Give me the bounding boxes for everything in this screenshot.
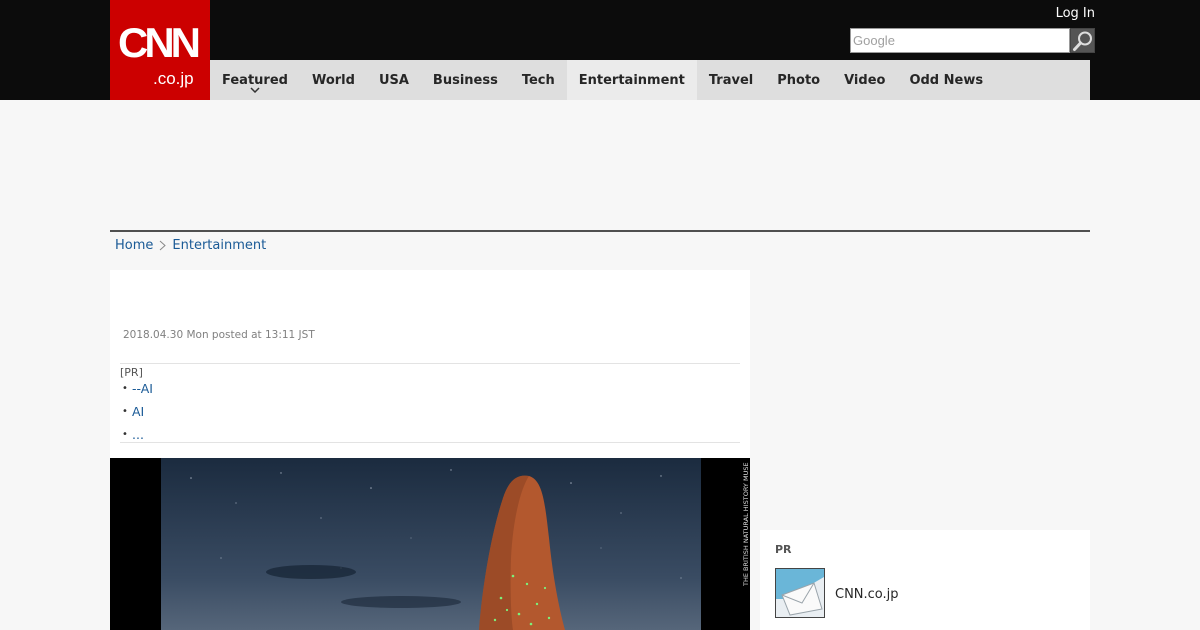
- nav-item-label: Travel: [708, 72, 754, 88]
- nav-item-tech[interactable]: Tech: [510, 60, 567, 100]
- search-input[interactable]: [850, 28, 1070, 53]
- search-button[interactable]: [1070, 28, 1095, 53]
- chevron-right-icon: [159, 240, 167, 251]
- chevron-down-icon: [250, 87, 260, 93]
- nav-item-world[interactable]: World: [300, 60, 367, 100]
- cnn-logo[interactable]: CNN .co.jp: [110, 0, 210, 100]
- pr-link-list: • --AI • AI • ...: [122, 381, 153, 450]
- top-bar: CNN .co.jp Log In Featured World USA Bus…: [0, 0, 1200, 100]
- nav-item-photo[interactable]: Photo: [765, 60, 832, 100]
- nav-item-odd-news[interactable]: Odd News: [897, 60, 995, 100]
- pr-links-box: [PR] • --AI • AI • ...: [120, 363, 740, 443]
- pr-label: [PR]: [120, 366, 143, 379]
- list-item: • --AI: [122, 381, 153, 404]
- nav-item-label: Odd News: [909, 72, 984, 88]
- bullet-icon: •: [122, 383, 128, 394]
- photo-credit: THE BRITISH NATURAL HISTORY MUSEUM: [742, 462, 750, 586]
- logo-sub-text: .co.jp: [153, 69, 194, 88]
- nav-item-usa[interactable]: USA: [367, 60, 421, 100]
- nav-item-label: Business: [432, 72, 498, 88]
- nav-item-business[interactable]: Business: [421, 60, 510, 100]
- nav-item-label: Video: [844, 72, 886, 88]
- nav-item-travel[interactable]: Travel: [697, 60, 765, 100]
- section-divider: [110, 230, 1090, 232]
- nav-item-label: Photo: [777, 72, 821, 88]
- sidebar-pr-item-name[interactable]: CNN.co.jp: [835, 587, 899, 602]
- nav-item-label: Tech: [521, 72, 555, 88]
- sidebar-pr-label: PR: [775, 543, 792, 556]
- posted-timestamp: 2018.04.30 Mon posted at 13:11 JST: [123, 329, 315, 341]
- breadcrumb: Home Entertainment: [115, 238, 266, 253]
- nav-item-label: Featured: [222, 72, 288, 88]
- sidebar-pr-card: PR CNN.co.jp: [760, 530, 1090, 630]
- list-item: • AI: [122, 404, 153, 427]
- nav-item-video[interactable]: Video: [832, 60, 897, 100]
- pr-link[interactable]: ...: [132, 427, 144, 442]
- pr-link[interactable]: --AI: [132, 381, 153, 396]
- article-photo[interactable]: THE BRITISH NATURAL HISTORY MUSEUM: [110, 458, 750, 630]
- pr-link[interactable]: AI: [132, 404, 144, 419]
- bullet-icon: •: [122, 406, 128, 417]
- breadcrumb-entertainment[interactable]: Entertainment: [172, 238, 266, 253]
- termite-mound-illustration: [190, 469, 682, 630]
- list-item: • ...: [122, 427, 153, 450]
- nav-item-label: USA: [378, 72, 409, 88]
- bullet-icon: •: [122, 429, 128, 440]
- night-sky-image: [161, 458, 701, 630]
- breadcrumb-home[interactable]: Home: [115, 238, 153, 253]
- search-box: [850, 28, 1095, 53]
- envelope-icon[interactable]: [775, 568, 825, 618]
- logo-main-text: CNN: [118, 19, 201, 66]
- nav-item-featured[interactable]: Featured: [210, 60, 300, 100]
- magnifier-icon: [1072, 31, 1092, 51]
- nav-item-entertainment[interactable]: Entertainment: [566, 60, 697, 100]
- article-card: 2018.04.30 Mon posted at 13:11 JST [PR] …: [110, 270, 750, 630]
- login-link[interactable]: Log In: [1056, 6, 1095, 21]
- nav-item-label: World: [311, 72, 355, 88]
- nav-item-label: Entertainment: [578, 72, 685, 88]
- main-nav: Featured World USA Business Tech Enterta…: [210, 60, 1090, 100]
